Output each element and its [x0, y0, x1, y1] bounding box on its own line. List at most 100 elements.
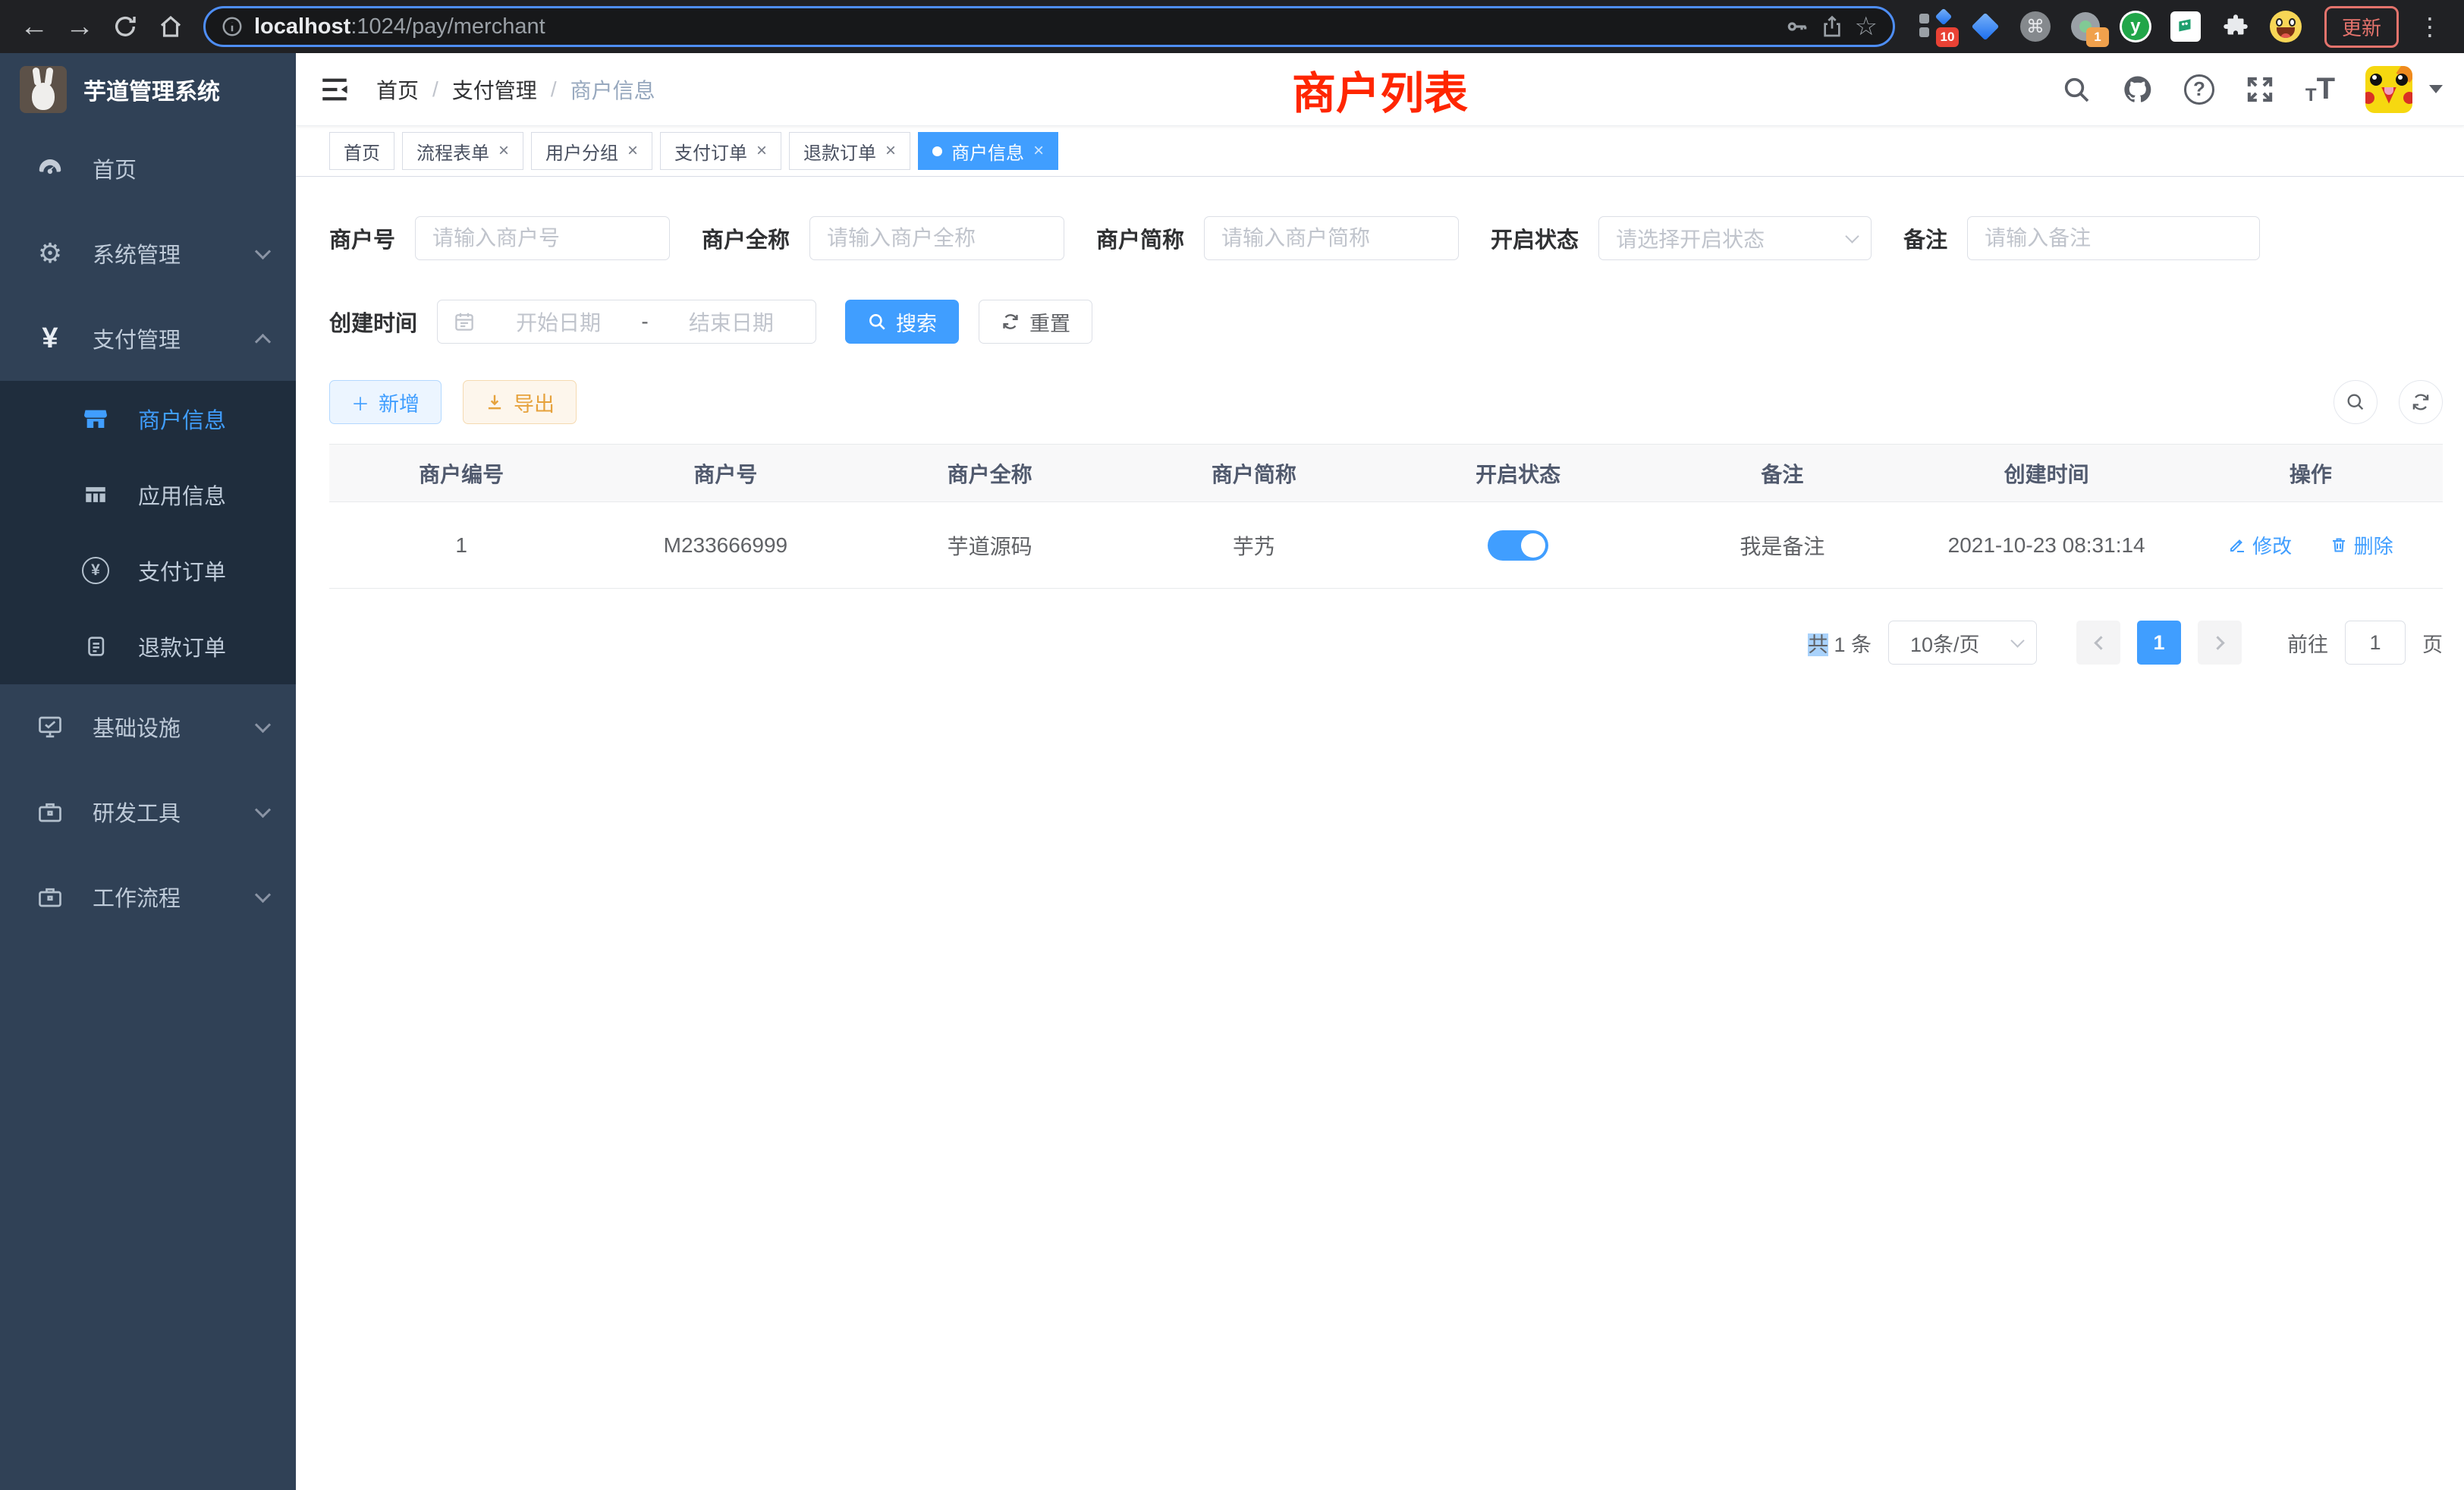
sidebar-item-pay-order[interactable]: ¥ 支付订单 [0, 533, 296, 608]
tab-close-icon[interactable]: × [756, 140, 767, 162]
tab-merchant-info[interactable]: 商户信息 × [918, 132, 1058, 170]
page-number-1[interactable]: 1 [2137, 621, 2181, 665]
password-key-icon[interactable] [1785, 14, 1809, 39]
sidebar-item-refund-order[interactable]: 退款订单 [0, 608, 296, 684]
create-time-range-picker[interactable]: 开始日期 - 结束日期 [437, 300, 816, 344]
browser-update-button[interactable]: 更新 [2324, 6, 2399, 48]
breadcrumb-home[interactable]: 首页 [376, 74, 419, 105]
extension-gem-icon[interactable] [1968, 9, 2003, 44]
tab-close-icon[interactable]: × [498, 140, 509, 162]
tab-refund-order[interactable]: 退款订单 × [789, 132, 910, 170]
date-end-placeholder: 结束日期 [662, 306, 800, 337]
edit-link[interactable]: 修改 [2228, 531, 2292, 559]
sidebar-item-home[interactable]: 首页 [0, 126, 296, 211]
tab-pay-order[interactable]: 支付订单 × [660, 132, 781, 170]
next-page-button[interactable] [2198, 621, 2242, 665]
breadcrumb-section[interactable]: 支付管理 [452, 74, 537, 105]
sidebar-item-label: 支付管理 [93, 322, 181, 354]
extension-recorder-icon[interactable]: 1 [2068, 9, 2103, 44]
sidebar-collapse-icon[interactable] [319, 74, 350, 105]
delete-link[interactable]: 删除 [2330, 531, 2393, 559]
extensions-puzzle-icon[interactable] [2218, 9, 2253, 44]
cell-merchant-no: M233666999 [593, 502, 857, 589]
url-text: localhost:1024/pay/merchant [254, 14, 1774, 39]
add-button[interactable]: ＋ 新增 [329, 380, 442, 424]
col-merchant-id: 商户编号 [329, 445, 593, 502]
bookmark-star-icon[interactable]: ☆ [1855, 11, 1878, 42]
sidebar-item-merchant-info[interactable]: 商户信息 [0, 381, 296, 457]
browser-menu-kebab-icon[interactable]: ⋮ [2409, 6, 2450, 47]
full-name-input[interactable] [809, 216, 1064, 260]
reset-button-label: 重置 [1029, 307, 1070, 337]
search-form-row-2: 创建时间 开始日期 - 结束日期 搜索 [329, 300, 2443, 344]
avatar[interactable] [2365, 66, 2412, 113]
sidebar-item-devtools[interactable]: 研发工具 [0, 769, 296, 854]
sidebar-logo[interactable]: 芋道管理系统 [0, 53, 296, 126]
status-label: 开启状态 [1491, 222, 1598, 254]
sidebar-item-infrastructure[interactable]: 基础设施 [0, 684, 296, 769]
merchant-no-label: 商户号 [329, 222, 415, 254]
sidebar-item-workflow[interactable]: 工作流程 [0, 854, 296, 939]
extension-chat-icon[interactable] [2168, 9, 2203, 44]
export-button[interactable]: 导出 [463, 380, 577, 424]
browser-reload-icon[interactable] [105, 6, 146, 47]
short-name-input[interactable] [1204, 216, 1459, 260]
cell-status [1386, 502, 1650, 589]
search-button-label: 搜索 [896, 307, 937, 337]
github-icon[interactable] [2122, 74, 2154, 105]
extension-command-icon[interactable]: ⌘ [2018, 9, 2053, 44]
page-size-select[interactable]: 10条/页 [1888, 621, 2037, 665]
merchant-no-input[interactable] [415, 216, 670, 260]
tab-close-icon[interactable]: × [627, 140, 638, 162]
sidebar-item-app-info[interactable]: 应用信息 [0, 457, 296, 533]
help-icon[interactable]: ? [2184, 74, 2214, 105]
goto-page-input[interactable] [2345, 621, 2406, 665]
cell-merchant-id: 1 [329, 502, 593, 589]
refresh-table-button[interactable] [2399, 380, 2443, 424]
create-time-label: 创建时间 [329, 306, 437, 338]
tab-close-icon[interactable]: × [1033, 140, 1044, 162]
prev-page-button[interactable] [2076, 621, 2120, 665]
extension-yudao-icon[interactable]: y [2118, 9, 2153, 44]
hide-search-button[interactable] [2334, 380, 2378, 424]
logo-rabbit-image [20, 66, 67, 113]
status-select-placeholder: 请选择开启状态 [1616, 223, 1847, 253]
status-toggle[interactable] [1488, 530, 1548, 561]
col-actions: 操作 [2179, 445, 2443, 502]
breadcrumb: 首页 / 支付管理 / 商户信息 [376, 74, 655, 105]
tab-process-form[interactable]: 流程表单 × [402, 132, 523, 170]
tab-home[interactable]: 首页 [329, 132, 394, 170]
browser-forward-icon[interactable]: → [59, 6, 100, 47]
fullscreen-icon[interactable] [2245, 74, 2275, 105]
sidebar-item-system[interactable]: ⚙ 系统管理 [0, 211, 296, 296]
total-suffix: 条 [1851, 633, 1872, 656]
status-select[interactable]: 请选择开启状态 [1598, 216, 1872, 260]
extension-emoji-icon[interactable] [2268, 9, 2303, 44]
search-icon[interactable] [2061, 74, 2092, 105]
address-bar[interactable]: localhost:1024/pay/merchant ☆ [203, 6, 1895, 47]
share-icon[interactable] [1820, 14, 1844, 39]
sidebar-item-label: 研发工具 [93, 796, 181, 828]
toolbox-icon [33, 798, 67, 825]
sidebar-item-label: 商户信息 [138, 403, 226, 435]
browser-home-icon[interactable] [150, 6, 191, 47]
reset-button[interactable]: 重置 [979, 300, 1092, 344]
remark-input[interactable] [1967, 216, 2260, 260]
chevron-left-icon [2094, 636, 2107, 649]
tab-user-group[interactable]: 用户分组 × [531, 132, 652, 170]
font-size-icon[interactable]: TT [2305, 72, 2335, 106]
chevron-down-icon [2010, 633, 2024, 647]
extension-blocks-icon[interactable]: 10 [1918, 9, 1953, 44]
site-info-icon[interactable] [221, 15, 244, 38]
cell-created: 2021-10-23 08:31:14 [1915, 502, 2179, 589]
tab-close-icon[interactable]: × [885, 140, 896, 162]
chevron-down-icon [255, 243, 271, 259]
extension-tray: 10 ⌘ 1 y [1907, 9, 2314, 44]
sidebar-item-payment[interactable]: ¥ 支付管理 [0, 296, 296, 381]
dashboard-icon [33, 155, 67, 182]
edit-label: 修改 [2252, 531, 2292, 559]
sidebar-item-label: 支付订单 [138, 555, 226, 586]
avatar-caret-icon[interactable] [2429, 85, 2443, 93]
browser-back-icon[interactable]: ← [14, 6, 55, 47]
search-button[interactable]: 搜索 [845, 300, 959, 344]
